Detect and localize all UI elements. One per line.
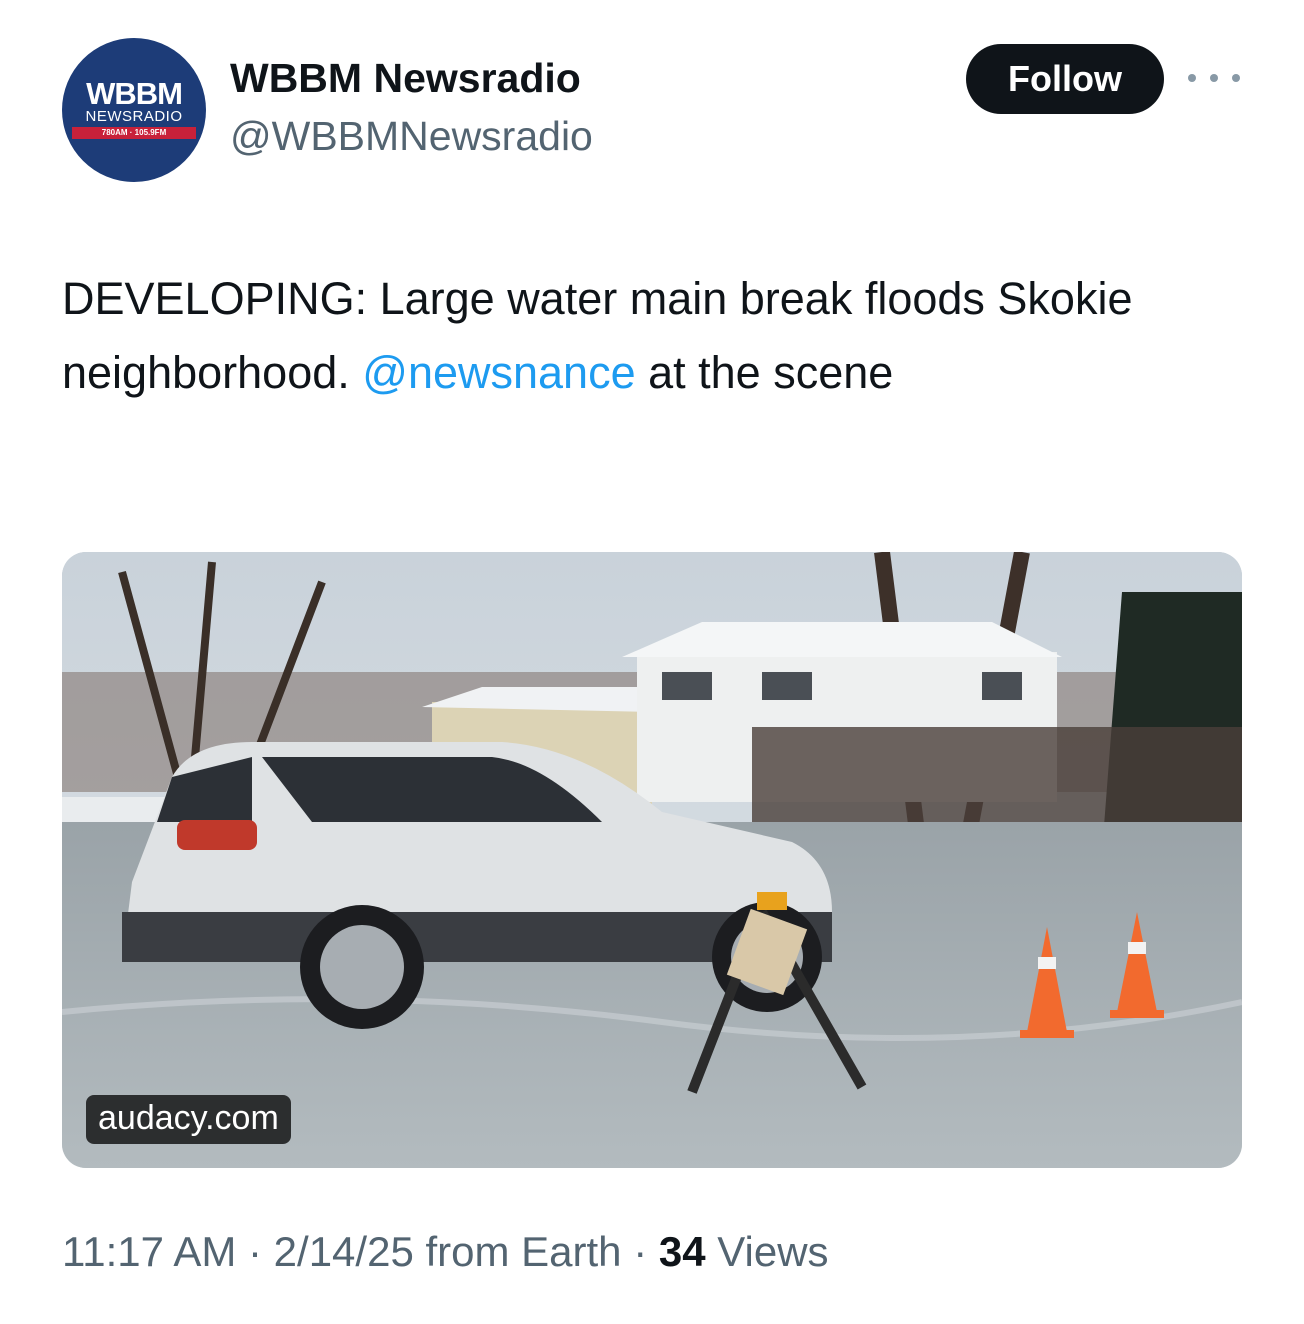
avatar[interactable]: WBBM NEWSRADIO 780AM · 105.9FM: [62, 38, 206, 182]
tweet-media[interactable]: audacy.com: [62, 552, 1242, 1168]
display-name[interactable]: WBBM Newsradio: [230, 52, 593, 104]
tweet-text: DEVELOPING: Large water main break flood…: [62, 262, 1242, 410]
more-dot: [1188, 74, 1196, 82]
more-horizontal-icon[interactable]: [1188, 68, 1240, 88]
avatar-logo-sub: NEWSRADIO: [85, 108, 183, 125]
avatar-logo-freq: 780AM · 105.9FM: [72, 127, 196, 139]
more-dot: [1232, 74, 1240, 82]
tweet-header: WBBM NEWSRADIO 780AM · 105.9FM WBBM News…: [62, 38, 1242, 183]
tweet-text-tail: at the scene: [635, 347, 894, 398]
meta-separator: ·: [236, 1228, 274, 1275]
more-dot: [1210, 74, 1218, 82]
account-identity: WBBM Newsradio @WBBMNewsradio: [230, 52, 593, 162]
tweet-meta: 11:17 AM · 2/14/25 from Earth · 34 Views: [62, 1222, 829, 1282]
account-handle[interactable]: @WBBMNewsradio: [230, 110, 593, 162]
tweet-date-source: 2/14/25 from Earth: [273, 1228, 622, 1275]
follow-button[interactable]: Follow: [966, 44, 1164, 114]
media-source-badge[interactable]: audacy.com: [86, 1095, 291, 1144]
mention-link[interactable]: @newsnance: [362, 347, 635, 398]
meta-separator: ·: [621, 1228, 659, 1275]
views-label: Views: [705, 1228, 829, 1275]
views-count: 34: [658, 1228, 706, 1275]
media-photo: [62, 552, 1242, 1168]
avatar-logo-main: WBBM: [86, 76, 183, 111]
tweet-time[interactable]: 11:17 AM: [62, 1228, 236, 1275]
